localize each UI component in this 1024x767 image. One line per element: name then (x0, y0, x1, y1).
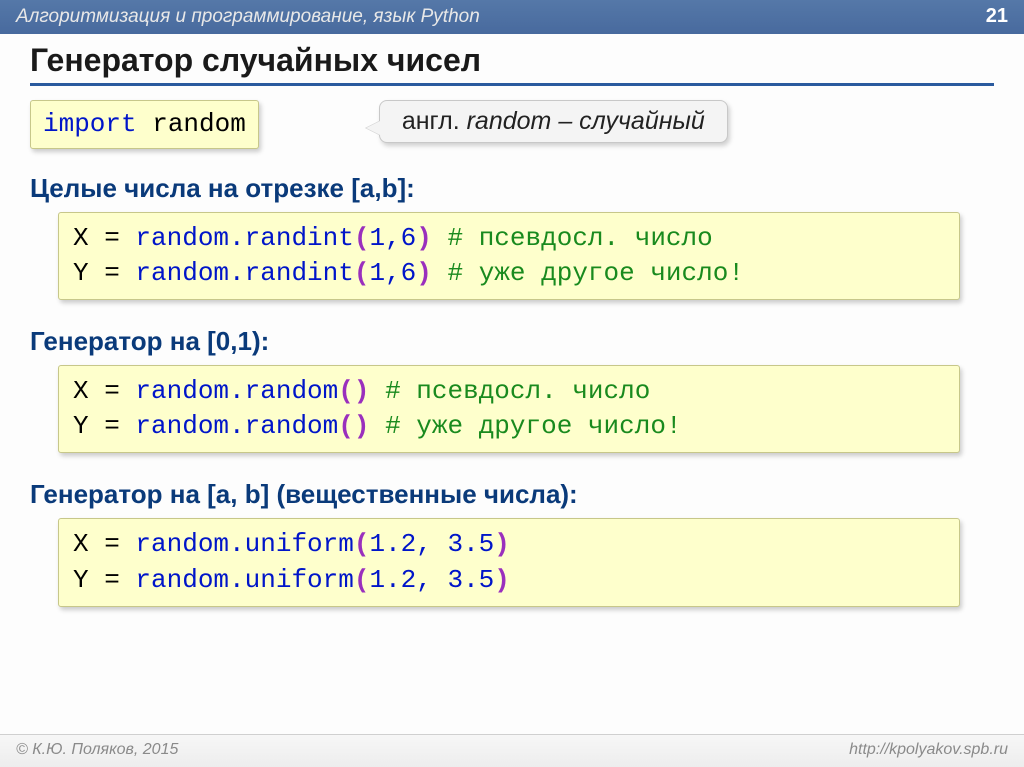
section-label-1: Целые числа на отрезке [a,b]: (30, 173, 994, 204)
copyright-text: © К.Ю. Поляков, 2015 (16, 741, 178, 759)
fn-uniform: random.uniform (135, 565, 353, 595)
pad (369, 376, 385, 406)
callout-prefix: англ. (402, 107, 467, 135)
args: 1,6 (369, 223, 416, 253)
module-random: random (137, 109, 246, 139)
paren-open: ( (338, 411, 354, 441)
var-y: Y (73, 565, 89, 595)
var-x: X (73, 223, 89, 253)
slide-title: Генератор случайных чисел (30, 42, 994, 86)
code-block-random: X = random.random() # псевдосл. число Y … (58, 365, 990, 453)
op-assign: = (89, 565, 136, 595)
comment: # уже другое число! (385, 411, 681, 441)
paren-close: ) (354, 376, 370, 406)
comment: # псевдосл. число (385, 376, 650, 406)
section-label-3: Генератор на [a, b] (вещественные числа)… (30, 479, 994, 510)
comment: # уже другое число! (448, 258, 744, 288)
paren-close: ) (416, 258, 432, 288)
code-line: X = random.uniform(1.2, 3.5) (73, 527, 945, 562)
slide-content: Генератор случайных чисел import random … (0, 34, 1024, 607)
comment: # псевдосл. число (448, 223, 713, 253)
args: 1.2, 3.5 (369, 529, 494, 559)
paren-open: ( (338, 376, 354, 406)
paren-open: ( (354, 258, 370, 288)
args: 1,6 (369, 258, 416, 288)
code-block-randint: X = random.randint(1,6) # псевдосл. числ… (58, 212, 990, 300)
pad (369, 411, 385, 441)
fn-random: random.random (135, 376, 338, 406)
op-assign: = (89, 258, 136, 288)
slide-footer: © К.Ю. Поляков, 2015 http://kpolyakov.sp… (0, 734, 1024, 767)
var-y: Y (73, 411, 89, 441)
codebox-randint: X = random.randint(1,6) # псевдосл. числ… (58, 212, 960, 300)
page-number: 21 (986, 5, 1008, 28)
course-title: Алгоритмизация и программирование, язык … (16, 6, 480, 28)
code-line: X = random.random() # псевдосл. число (73, 374, 945, 409)
slide-header: Алгоритмизация и программирование, язык … (0, 0, 1024, 34)
paren-close: ) (354, 411, 370, 441)
var-x: X (73, 376, 89, 406)
codebox-random: X = random.random() # псевдосл. число Y … (58, 365, 960, 453)
import-row: import random англ. random – случайный (30, 100, 994, 149)
fn-randint: random.randint (135, 223, 353, 253)
paren-open: ( (354, 529, 370, 559)
args: 1.2, 3.5 (369, 565, 494, 595)
callout-suffix: – случайный (551, 107, 704, 135)
op-assign: = (89, 411, 136, 441)
codebox-uniform: X = random.uniform(1.2, 3.5) Y = random.… (58, 518, 960, 606)
paren-close: ) (494, 529, 510, 559)
var-y: Y (73, 258, 89, 288)
keyword-import: import (43, 109, 137, 139)
code-line: X = random.randint(1,6) # псевдосл. числ… (73, 221, 945, 256)
op-assign: = (89, 223, 136, 253)
code-line: Y = random.random() # уже другое число! (73, 409, 945, 444)
paren-open: ( (354, 565, 370, 595)
op-assign: = (89, 529, 136, 559)
var-x: X (73, 529, 89, 559)
paren-open: ( (354, 223, 370, 253)
footer-url: http://kpolyakov.spb.ru (849, 741, 1008, 759)
fn-randint: random.randint (135, 258, 353, 288)
paren-close: ) (416, 223, 432, 253)
code-line: Y = random.uniform(1.2, 3.5) (73, 563, 945, 598)
import-codebox: import random (30, 100, 259, 149)
op-assign: = (89, 376, 136, 406)
callout-random-meaning: англ. random – случайный (379, 100, 728, 143)
callout-word: random (467, 107, 552, 135)
code-line: Y = random.randint(1,6) # уже другое чис… (73, 256, 945, 291)
section-label-2: Генератор на [0,1): (30, 326, 994, 357)
paren-close: ) (494, 565, 510, 595)
fn-random: random.random (135, 411, 338, 441)
callout-tail-icon (366, 121, 380, 135)
fn-uniform: random.uniform (135, 529, 353, 559)
code-block-uniform: X = random.uniform(1.2, 3.5) Y = random.… (58, 518, 990, 606)
